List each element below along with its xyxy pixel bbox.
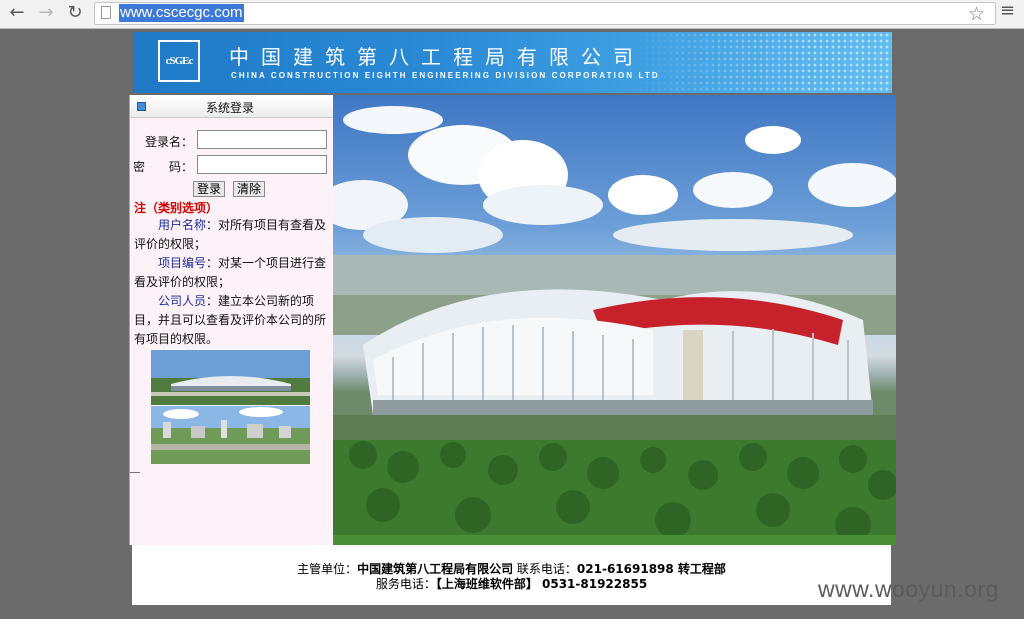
menu-icon[interactable]: ≡ — [1000, 1, 1015, 21]
footer-service-value: 【上海班维软件部】 0531-81922855 — [435, 577, 648, 591]
note-item: 用户名称：对所有项目有查看及评价的权限； — [134, 216, 330, 254]
note-item: 项目编号：对某一个项目进行查看及评价的权限； — [134, 254, 330, 292]
clear-button[interactable]: 清除 — [233, 181, 266, 197]
login-panel-header: 系统登录 — [130, 95, 333, 118]
browser-toolbar: ← → ↻ www.cscecgc.com ☆ ≡ — [0, 0, 1024, 29]
note-term: 项目编号 — [158, 256, 207, 270]
password-label: 密 码： — [133, 160, 194, 174]
address-bar[interactable]: www.cscecgc.com ☆ — [94, 2, 996, 25]
footer-phone-label: 联系电话： — [513, 562, 577, 576]
forward-arrow-icon[interactable]: → — [35, 2, 57, 24]
footer-owner-label: 主管单位： — [297, 562, 358, 576]
watermark-text: www.wooyun.org — [818, 576, 999, 602]
password-input[interactable] — [197, 155, 327, 174]
company-name-cn: 中国建筑第八工程局有限公司 — [229, 45, 645, 69]
company-logo: cSGEc — [158, 40, 200, 82]
footer-phone-value: 021-61691898 转工程部 — [576, 562, 726, 576]
url-text[interactable]: www.cscecgc.com — [119, 4, 244, 22]
note-title: 注（类别选项） — [134, 201, 219, 215]
login-panel: 系统登录 登录名： 密 码： 登录 清除 注（类别选项） 用户名称：对所有项目有… — [129, 95, 460, 545]
banner-dot-pattern — [632, 32, 892, 93]
page-icon — [101, 6, 111, 19]
hero-stadium-photo — [333, 95, 896, 545]
company-name-en: CHINA CONSTRUCTION EIGHTH ENGINEERING DI… — [231, 71, 660, 80]
thumbnail-city-photo — [151, 406, 310, 464]
back-arrow-icon[interactable]: ← — [6, 2, 28, 24]
login-button[interactable]: 登录 — [193, 181, 226, 197]
footer-service-label: 服务电话： — [375, 577, 436, 591]
note-item: 公司人员：建立本公司新的项目，并且可以查看及评价本公司的所有项目的权限。 — [134, 292, 330, 349]
footer-line-2: 服务电话：【上海班维软件部】 0531-81922855 — [132, 575, 891, 592]
thumbnail-airport-photo — [151, 350, 310, 405]
note-term: 用户名称 — [158, 218, 207, 232]
site-banner: cSGEc 中国建筑第八工程局有限公司 CHINA CONSTRUCTION E… — [133, 32, 892, 93]
reload-icon[interactable]: ↻ — [64, 2, 86, 24]
login-title: 系统登录 — [205, 101, 254, 115]
note-term: 公司人员 — [158, 294, 207, 308]
username-label: 登录名： — [145, 135, 194, 149]
page-footer: 主管单位：中国建筑第八工程局有限公司 联系电话：021-61691898 转工程… — [132, 545, 891, 605]
divider-line — [130, 472, 140, 473]
footer-owner-org: 中国建筑第八工程局有限公司 — [357, 562, 514, 576]
panel-box-icon — [137, 102, 146, 111]
bookmark-star-icon[interactable]: ☆ — [968, 4, 985, 24]
username-input[interactable] — [197, 130, 327, 149]
